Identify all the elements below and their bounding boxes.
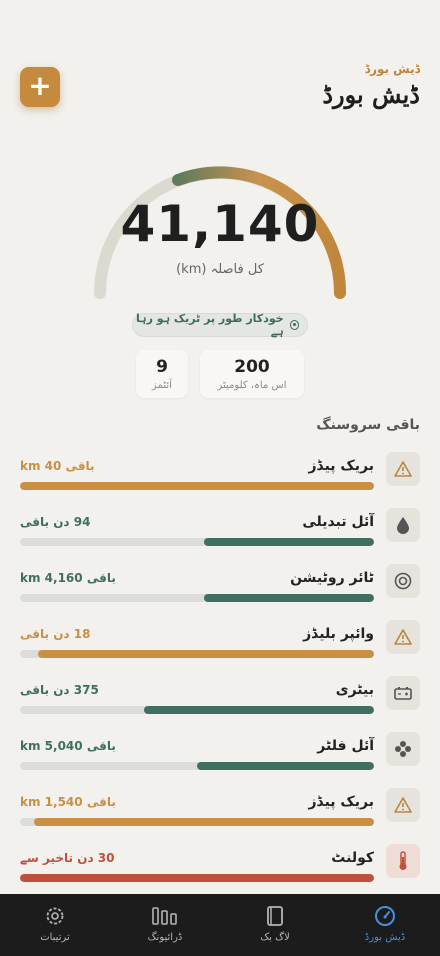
service-progress-fill <box>204 594 374 602</box>
tire-icon <box>386 564 420 598</box>
total-distance-value: 41,140 <box>120 195 320 253</box>
service-remaining: باقی 5,040 km <box>20 739 116 753</box>
service-remaining: باقی 4,160 km <box>20 571 116 585</box>
auto-tracking-status[interactable]: خودکار طور پر ٹریک ہو رہا ہے <box>132 312 308 338</box>
service-progress-fill <box>37 650 374 658</box>
warning-icon <box>386 620 420 654</box>
service-row[interactable]: ٹائر روٹیشن باقی 4,160 km <box>20 564 420 612</box>
header-subtitle: ڈیش بورڈ <box>364 62 420 76</box>
service-progress-fill <box>143 706 374 714</box>
warning-icon <box>386 788 420 822</box>
tab-logbook[interactable]: لاگ بک <box>235 904 315 943</box>
service-name: آئل فلٹر <box>317 738 374 754</box>
tracking-label: خودکار طور پر ٹریک ہو رہا ہے <box>136 312 284 338</box>
service-remaining: باقی 40 km <box>20 459 95 473</box>
tab-dashboard-label: ڈیش بورڈ <box>364 932 406 943</box>
gauge-icon <box>345 904 425 928</box>
section-title: باقی سروسنگ <box>316 417 420 433</box>
service-progress-fill <box>20 482 374 490</box>
service-progress-bar <box>20 874 374 882</box>
service-row[interactable]: بریک پیڈز باقی 1,540 km <box>20 788 420 836</box>
service-name: وائپر بلیڈز <box>303 626 374 642</box>
battery-icon <box>386 676 420 710</box>
service-progress-fill <box>204 538 374 546</box>
filter-icon <box>386 732 420 766</box>
service-remaining: 30 دن تاخیر سے <box>20 851 115 865</box>
tab-settings[interactable]: ترتیبات <box>15 904 95 943</box>
service-row[interactable]: کولنٹ 30 دن تاخیر سے <box>20 844 420 892</box>
service-progress-fill <box>34 818 374 826</box>
service-row[interactable]: وائپر بلیڈز 18 دن باقی <box>20 620 420 668</box>
service-remaining: باقی 1,540 km <box>20 795 116 809</box>
service-progress-fill <box>197 762 374 770</box>
service-progress-bar <box>20 482 374 490</box>
tab-dashboard[interactable]: ڈیش بورڈ <box>345 904 425 943</box>
gear-icon <box>15 904 95 928</box>
service-progress-bar <box>20 538 374 546</box>
service-remaining: 18 دن باقی <box>20 627 91 641</box>
tab-driving[interactable]: ڈرائیونگ <box>125 904 205 943</box>
service-progress-bar <box>20 762 374 770</box>
monthly-km-card: 200 اس ماہ، کلومیٹر <box>200 350 304 398</box>
oil-drop-icon <box>386 508 420 542</box>
warning-icon <box>386 452 420 486</box>
service-name: آئل تبدیلی <box>302 514 374 530</box>
service-name: بریک پیڈز <box>308 458 374 474</box>
tab-logbook-label: لاگ بک <box>260 932 290 943</box>
service-progress-bar <box>20 706 374 714</box>
service-remaining: 375 دن باقی <box>20 683 99 697</box>
service-name: ٹائر روٹیشن <box>290 570 374 586</box>
items-label: آئٹمز <box>152 380 172 391</box>
service-name: بیٹری <box>335 682 374 698</box>
service-row[interactable]: بیٹری 375 دن باقی <box>20 676 420 724</box>
service-remaining: 94 دن باقی <box>20 515 91 529</box>
service-progress-bar <box>20 818 374 826</box>
monthly-km-label: اس ماہ، کلومیٹر <box>217 380 287 391</box>
tab-settings-label: ترتیبات <box>40 932 70 943</box>
dashboard-screen: + ڈیش بورڈ ڈیش بورڈ 41,140 کل فاصلہ (km)… <box>0 0 440 956</box>
monthly-km-value: 200 <box>234 357 270 377</box>
service-name: کولنٹ <box>331 850 374 866</box>
items-card: 9 آئٹمز <box>136 350 188 398</box>
service-row[interactable]: بریک پیڈز باقی 40 km <box>20 452 420 500</box>
bars-icon <box>125 904 205 928</box>
page-title: ڈیش بورڈ <box>322 80 420 109</box>
book-icon <box>235 904 315 928</box>
add-button[interactable]: + <box>20 67 60 107</box>
service-row[interactable]: آئل فلٹر باقی 5,040 km <box>20 732 420 780</box>
service-progress-bar <box>20 594 374 602</box>
tracking-dot-icon <box>289 320 299 330</box>
tab-driving-label: ڈرائیونگ <box>147 932 183 943</box>
tab-bar: ڈیش بورڈ لاگ بک ڈرائیونگ ترتیبات <box>0 894 440 956</box>
thermometer-icon <box>386 844 420 878</box>
service-name: بریک پیڈز <box>308 794 374 810</box>
service-progress-bar <box>20 650 374 658</box>
items-value: 9 <box>156 357 168 377</box>
service-progress-fill <box>20 874 374 882</box>
total-distance-label: کل فاصلہ (km) <box>176 262 264 277</box>
service-row[interactable]: آئل تبدیلی 94 دن باقی <box>20 508 420 556</box>
